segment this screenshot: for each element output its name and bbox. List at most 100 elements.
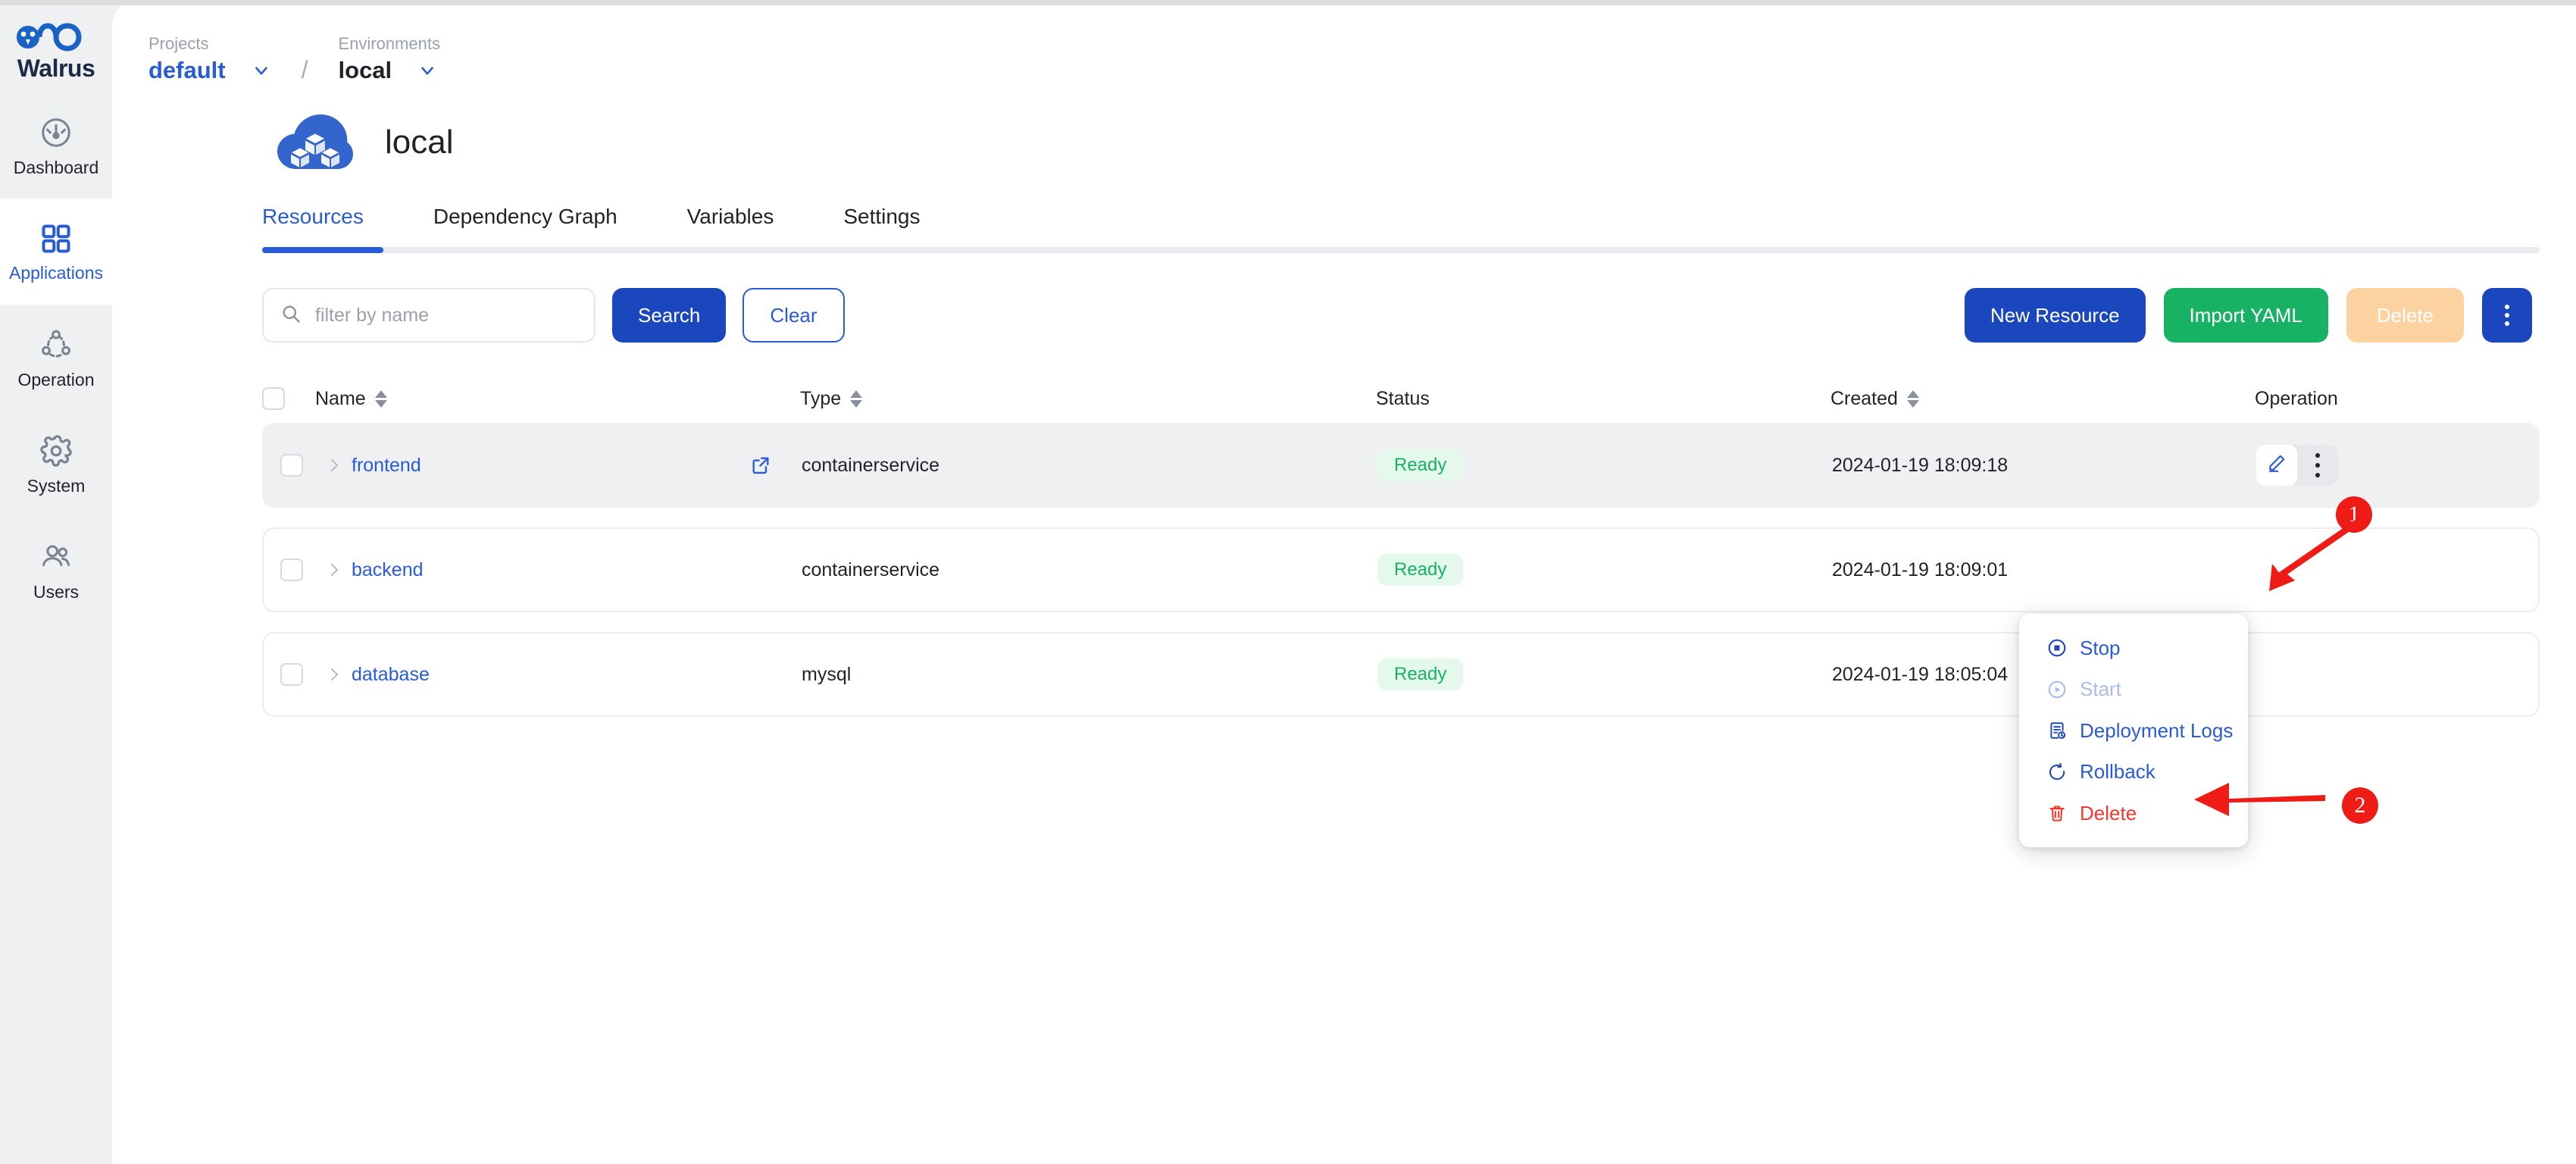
row-type-cell: containerservice bbox=[802, 454, 940, 476]
cloud-cubes-icon bbox=[277, 111, 353, 174]
breadcrumb-projects: Projects default bbox=[148, 34, 271, 83]
environments-selector[interactable]: local bbox=[338, 56, 441, 83]
column-header-name[interactable]: Name bbox=[315, 388, 800, 410]
status-badge: Ready bbox=[1377, 554, 1464, 586]
stop-circle-icon bbox=[2046, 637, 2068, 659]
breadcrumb: Projects default / Environments local bbox=[112, 0, 2576, 83]
app-root: Walrus Dashboard Applications Operation … bbox=[0, 0, 2576, 1164]
search-button[interactable]: Search bbox=[612, 288, 727, 343]
column-header-operation: Operation bbox=[2255, 388, 2540, 410]
search-field[interactable] bbox=[262, 288, 596, 343]
sidebar-item-label: System bbox=[27, 475, 86, 496]
row-type-cell: containerservice bbox=[802, 559, 940, 580]
row-status-cell: Ready bbox=[1377, 659, 1832, 690]
select-all-checkbox[interactable] bbox=[262, 387, 285, 410]
sidebar-item-label: Users bbox=[33, 581, 80, 602]
sidebar-item-dashboard[interactable]: Dashboard bbox=[0, 92, 112, 199]
menu-item-start: Start bbox=[2019, 668, 2248, 709]
table-row[interactable]: frontend containerservice Ready 2024-01-… bbox=[262, 423, 2540, 508]
column-label: Name bbox=[315, 387, 366, 409]
row-status-cell: Ready bbox=[1377, 449, 1832, 481]
row-created-cell: 2024-01-19 18:09:18 bbox=[1832, 454, 2009, 476]
chevron-down-icon bbox=[417, 61, 437, 80]
search-icon bbox=[280, 303, 302, 328]
sort-icon[interactable] bbox=[1906, 390, 1919, 408]
menu-item-rollback[interactable]: Rollback bbox=[2019, 751, 2248, 792]
users-icon bbox=[39, 540, 73, 574]
tab-resources[interactable]: Resources bbox=[262, 206, 364, 247]
tab-active-indicator bbox=[262, 247, 383, 253]
sort-icon[interactable] bbox=[850, 390, 863, 408]
resource-name-link[interactable]: backend bbox=[352, 559, 424, 581]
new-resource-button[interactable]: New Resource bbox=[1965, 288, 2146, 343]
column-header-created[interactable]: Created bbox=[1830, 388, 2255, 410]
sidebar-item-applications[interactable]: Applications bbox=[0, 199, 112, 305]
tabs-underline bbox=[262, 247, 2540, 253]
page-title: local bbox=[385, 124, 454, 161]
tabs-container: Resources Dependency Graph Variables Set… bbox=[112, 174, 2576, 253]
tab-settings[interactable]: Settings bbox=[843, 206, 920, 247]
row-context-menu: Stop Start Deployment Logs Rollback Dele… bbox=[2019, 614, 2248, 847]
tab-variables[interactable]: Variables bbox=[687, 206, 774, 247]
menu-item-delete[interactable]: Delete bbox=[2019, 793, 2248, 834]
column-label: Created bbox=[1830, 387, 1898, 409]
row-select-cell bbox=[264, 559, 317, 581]
menu-item-label: Rollback bbox=[2080, 760, 2156, 784]
sidebar-item-operation[interactable]: Operation bbox=[0, 305, 112, 411]
sidebar: Walrus Dashboard Applications Operation … bbox=[0, 0, 112, 1164]
rotate-ccw-icon bbox=[2046, 761, 2068, 782]
clear-button[interactable]: Clear bbox=[742, 288, 845, 343]
edit-resource-button[interactable] bbox=[2256, 445, 2297, 486]
kebab-menu-icon bbox=[2315, 453, 2320, 477]
row-created-cell: 2024-01-19 18:09:01 bbox=[1832, 559, 2009, 580]
sidebar-item-users[interactable]: Users bbox=[0, 517, 112, 623]
projects-selector[interactable]: default bbox=[148, 56, 271, 83]
tab-list: Resources Dependency Graph Variables Set… bbox=[262, 206, 2540, 247]
status-badge: Ready bbox=[1377, 659, 1464, 690]
menu-item-label: Stop bbox=[2080, 637, 2121, 659]
row-select-cell bbox=[264, 454, 317, 477]
menu-item-deployment-logs[interactable]: Deployment Logs bbox=[2019, 710, 2248, 751]
walrus-infinity-logo-icon bbox=[17, 23, 82, 52]
column-header-status: Status bbox=[1376, 388, 1830, 410]
select-all-cell bbox=[262, 387, 315, 410]
menu-item-label: Start bbox=[2080, 677, 2121, 701]
gear-icon bbox=[39, 433, 73, 468]
external-link-icon[interactable] bbox=[750, 455, 771, 476]
kebab-menu-icon bbox=[2505, 305, 2509, 326]
expand-row-chevron-icon[interactable] bbox=[317, 561, 352, 579]
row-more-actions-button[interactable] bbox=[2297, 445, 2338, 486]
breadcrumb-environments: Environments local bbox=[338, 34, 441, 83]
toolbar: Search Clear New Resource Import YAML De… bbox=[112, 253, 2576, 343]
row-checkbox[interactable] bbox=[280, 663, 303, 686]
menu-item-stop[interactable]: Stop bbox=[2019, 627, 2248, 668]
row-type-cell: mysql bbox=[802, 663, 852, 685]
resource-name-link[interactable]: database bbox=[352, 664, 430, 686]
expand-row-chevron-icon[interactable] bbox=[317, 665, 352, 684]
brand-logo[interactable]: Walrus bbox=[0, 9, 112, 92]
column-header-type[interactable]: Type bbox=[800, 388, 1376, 410]
row-select-cell bbox=[264, 663, 317, 686]
main-content: Projects default / Environments local lo… bbox=[112, 0, 2576, 1164]
delete-button: Delete bbox=[2346, 288, 2464, 343]
import-yaml-button[interactable]: Import YAML bbox=[2163, 288, 2328, 343]
environments-value: local bbox=[338, 56, 392, 83]
sidebar-item-system[interactable]: System bbox=[0, 411, 112, 517]
row-checkbox[interactable] bbox=[280, 559, 303, 581]
row-checkbox[interactable] bbox=[280, 454, 303, 477]
sort-icon[interactable] bbox=[374, 390, 387, 408]
row-action-group bbox=[2256, 445, 2338, 486]
resource-name-link[interactable]: frontend bbox=[352, 455, 421, 477]
column-label: Status bbox=[1376, 387, 1430, 409]
row-name-cell: frontend bbox=[317, 455, 802, 477]
toolbar-more-button[interactable] bbox=[2482, 288, 2532, 343]
tab-dependency-graph[interactable]: Dependency Graph bbox=[433, 206, 617, 247]
column-label: Type bbox=[800, 387, 842, 409]
breadcrumb-separator: / bbox=[301, 56, 308, 83]
row-status-cell: Ready bbox=[1377, 554, 1832, 586]
search-input[interactable] bbox=[315, 304, 577, 327]
table-row[interactable]: backend containerservice Ready 2024-01-1… bbox=[262, 527, 2540, 612]
play-circle-icon bbox=[2046, 679, 2068, 700]
projects-value: default bbox=[148, 56, 226, 83]
expand-row-chevron-icon[interactable] bbox=[317, 456, 352, 474]
